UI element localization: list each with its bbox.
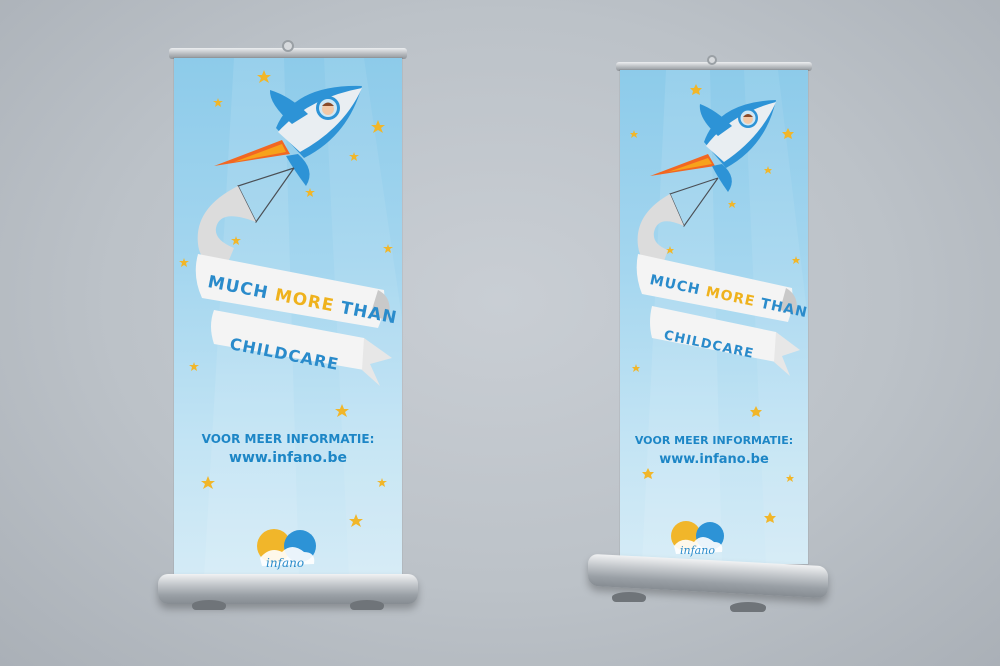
info-url: www.infano.be xyxy=(229,450,347,466)
banner-foot-right xyxy=(350,600,384,610)
brand-wordmark: infano xyxy=(680,544,715,557)
banner-print-panel: MUCH MORE THAN CHILDCARE VOOR MEER INFOR… xyxy=(620,70,808,564)
banner-foot-right xyxy=(730,602,766,612)
banner-print-panel: MUCH MORE THAN CHILDCARE VOOR MEER INFOR… xyxy=(174,58,402,578)
info-url: www.infano.be xyxy=(659,452,769,467)
banner-artwork xyxy=(630,70,808,564)
banner-foot-left xyxy=(192,600,226,610)
info-label: VOOR MEER INFORMATIE: xyxy=(634,434,794,447)
hanging-hook xyxy=(282,40,294,52)
banner-foot-left xyxy=(612,592,646,602)
banner-base xyxy=(158,574,418,604)
brand-wordmark: infano xyxy=(266,556,305,570)
info-label: VOOR MEER INFORMATIE: xyxy=(201,432,375,446)
hanging-hook xyxy=(707,55,717,65)
